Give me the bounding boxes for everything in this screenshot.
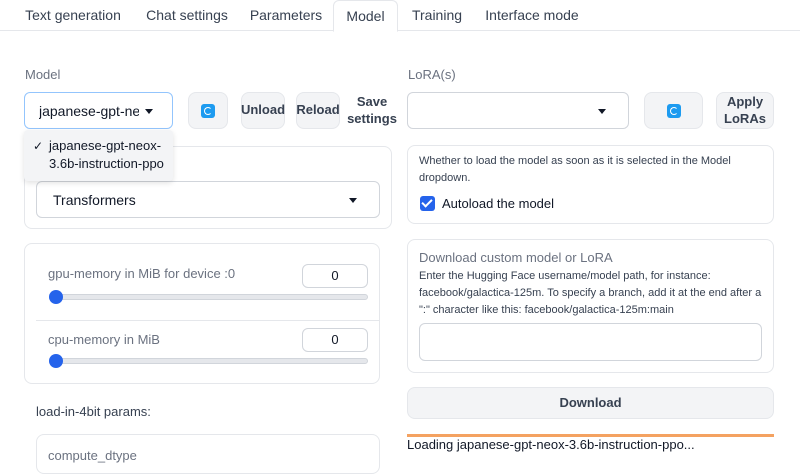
gpu-memory-slider[interactable] [50,294,368,300]
cpu-memory-input[interactable]: 0 [302,328,368,352]
download-title: Download custom model or LoRA [419,250,613,265]
reload-button[interactable]: Reload [296,92,340,129]
tab-chat-settings[interactable]: Chat settings [138,0,236,31]
tab-model[interactable]: Model [333,0,398,32]
tab-text-generation[interactable]: Text generation [14,0,132,31]
cpu-memory-slider-thumb[interactable] [49,354,63,368]
refresh-icon [666,103,681,118]
tab-bar: Text generation Chat settings Parameters… [0,0,800,32]
save-settings-line1: Save [356,93,388,109]
chevron-down-icon [349,198,357,203]
gpu-memory-input[interactable]: 0 [302,264,368,288]
apply-loras-button[interactable]: Apply LoRAs [716,92,774,129]
compute-dtype-label: compute_dtype [48,448,137,463]
apply-loras-line1: Apply [726,93,764,109]
model-dropdown-value: japanese-gpt-neo [39,102,139,119]
refresh-icon [201,103,215,118]
download-input[interactable] [419,323,762,361]
unload-button[interactable]: Unload [241,92,285,129]
download-description: Enter the Hugging Face username/model pa… [419,270,762,316]
cpu-memory-slider[interactable] [50,358,368,364]
model-label: Model [25,67,61,82]
refresh-model-button[interactable] [188,92,228,129]
save-settings-line2: settings [347,110,397,126]
lora-dropdown[interactable] [407,92,629,129]
gpu-memory-slider-thumb[interactable] [49,290,63,304]
model-dropdown[interactable]: japanese-gpt-neo [24,92,173,129]
lora-label: LoRA(s) [408,67,456,82]
autoload-description: Whether to load the model as soon as it … [419,155,731,184]
autoload-checkbox-label: Autoload the model [442,196,555,211]
apply-loras-line2: LoRAs [724,110,766,126]
cpu-memory-label: cpu-memory in MiB [48,332,160,347]
load-in-4bit-heading: load-in-4bit params: [36,404,151,419]
model-dropdown-menu: ✓ japanese-gpt-neox-3.6b-instruction-ppo [24,130,173,181]
autoload-checkbox[interactable] [420,196,435,211]
chevron-down-icon [598,109,606,114]
status-text: Loading japanese-gpt-neox-3.6b-instructi… [407,437,695,452]
model-option[interactable]: japanese-gpt-neox-3.6b-instruction-ppo [49,137,169,173]
loader-dropdown[interactable]: Transformers [36,181,380,218]
memory-divider [36,320,380,321]
tab-parameters[interactable]: Parameters [242,0,330,31]
refresh-lora-button[interactable] [644,92,703,129]
download-button[interactable]: Download [407,387,774,419]
tab-training[interactable]: Training [404,0,470,31]
chevron-down-icon [145,109,153,114]
gpu-memory-label: gpu-memory in MiB for device :0 [48,266,236,281]
loader-dropdown-value: Transformers [53,191,136,208]
check-icon: ✓ [33,139,44,153]
save-settings-button[interactable]: Save settings [347,92,397,129]
tab-interface-mode[interactable]: Interface mode [476,0,588,31]
